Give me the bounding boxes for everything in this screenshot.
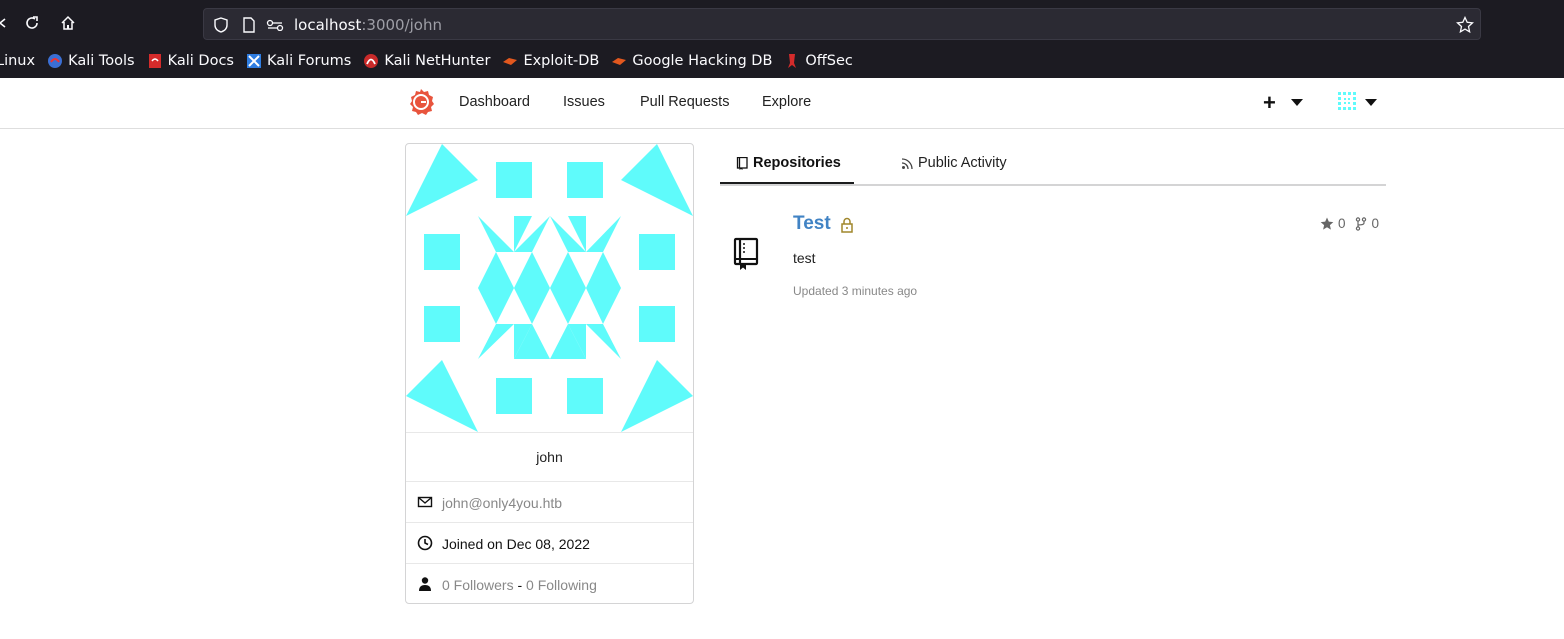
repo-updated-time: Updated 3 minutes ago [793, 284, 918, 298]
bookmark-offsec[interactable]: OffSec [784, 53, 853, 69]
following-link[interactable]: 0 Following [526, 577, 597, 593]
bookmark-label: Google Hacking DB [632, 53, 773, 69]
followers-link[interactable]: 0 Followers [442, 577, 514, 593]
star-icon[interactable] [1320, 217, 1334, 231]
nav-explore[interactable]: Explore [762, 94, 811, 110]
profile-card: john john@only4you.htb Joined on Dec 08,… [405, 143, 694, 604]
bookmark-label: Linux [0, 53, 36, 69]
tab-public-activity[interactable]: Public Activity [901, 155, 1007, 171]
nav-pull-requests[interactable]: Pull Requests [640, 94, 729, 110]
bookmark-label: Kali Forums [266, 53, 352, 69]
kali-tools-icon [47, 53, 63, 69]
repo-description: test [793, 250, 816, 266]
tab-repositories[interactable]: Repositories [736, 155, 841, 171]
permissions-icon[interactable] [266, 16, 284, 34]
mail-icon [417, 494, 433, 510]
bookmark-kali-forums[interactable]: Kali Forums [246, 53, 351, 69]
exploit-db-icon [502, 53, 518, 69]
app-header: Dashboard Issues Pull Requests Explore + [0, 78, 1564, 129]
rss-icon [901, 157, 914, 170]
bookmark-label: OffSec [805, 53, 853, 69]
active-tab-indicator [720, 182, 854, 184]
profile-username: john [406, 432, 693, 481]
bookmark-label: Exploit-DB [523, 53, 600, 69]
kali-nethunter-icon [363, 53, 379, 69]
bookmark-label: Kali NetHunter [384, 53, 491, 69]
browser-chrome: localhost:3000/john Linux Kali Tools Kal… [0, 0, 1564, 78]
bookmarks-toolbar: Linux Kali Tools Kali Docs Kali Forums K… [0, 46, 1564, 76]
url-bar[interactable]: localhost:3000/john [203, 8, 1481, 40]
repo-name-link[interactable]: Test [793, 213, 831, 235]
user-menu-caret-icon[interactable] [1365, 99, 1377, 106]
url-host: localhost [294, 16, 362, 34]
user-avatar[interactable] [1336, 90, 1361, 115]
bookmark-kali-nethunter[interactable]: Kali NetHunter [363, 53, 490, 69]
kali-docs-icon [147, 53, 163, 69]
profile-tabs: Repositories Public Activity [720, 143, 1386, 186]
follow-separator: - [517, 577, 523, 593]
shield-icon[interactable] [212, 16, 230, 34]
nav-dashboard[interactable]: Dashboard [459, 94, 530, 110]
profile-email[interactable]: john@only4you.htb [442, 495, 562, 511]
lock-icon [840, 217, 854, 233]
bookmark-google-hacking-db[interactable]: Google Hacking DB [611, 53, 772, 69]
reload-icon[interactable] [21, 12, 43, 34]
nav-issues[interactable]: Issues [563, 94, 605, 110]
repo-book-icon [736, 156, 749, 170]
repo-icon [731, 236, 761, 272]
user-icon [417, 576, 433, 592]
profile-follow-row: 0 Followers - 0 Following [406, 563, 693, 603]
profile-follow-counts: 0 Followers - 0 Following [442, 577, 597, 593]
page-icon [240, 16, 258, 34]
bookmark-star-icon[interactable] [1456, 16, 1474, 34]
profile-joined-row: Joined on Dec 08, 2022 [406, 522, 693, 563]
create-caret-icon[interactable] [1291, 99, 1303, 106]
bookmark-kali-linux[interactable]: Linux [0, 53, 35, 69]
home-icon[interactable] [57, 12, 79, 34]
profile-email-row: john@only4you.htb [406, 481, 693, 522]
kali-forums-icon [246, 53, 262, 69]
bookmark-label: Kali Docs [167, 53, 234, 69]
offsec-icon [784, 53, 800, 69]
fork-icon[interactable] [1354, 216, 1368, 231]
gitea-logo-icon[interactable] [407, 88, 435, 116]
back-icon[interactable] [0, 12, 14, 34]
profile-joined-date: Joined on Dec 08, 2022 [442, 536, 590, 552]
url-text[interactable]: localhost:3000/john [294, 16, 442, 34]
clock-icon [417, 535, 433, 551]
tab-public-activity-label: Public Activity [918, 155, 1007, 171]
bookmark-exploit-db[interactable]: Exploit-DB [502, 53, 599, 69]
google-hacking-db-icon [611, 53, 627, 69]
tab-repositories-label: Repositories [753, 155, 841, 171]
repo-fork-count[interactable]: 0 [1372, 216, 1380, 231]
repo-star-count[interactable]: 0 [1338, 216, 1346, 231]
url-path: :3000/john [361, 16, 442, 34]
bookmark-kali-tools[interactable]: Kali Tools [47, 53, 135, 69]
browser-nav-row: localhost:3000/john [0, 0, 1564, 46]
bookmark-kali-docs[interactable]: Kali Docs [147, 53, 234, 69]
create-new-button[interactable]: + [1263, 90, 1276, 116]
repo-stats: 0 0 [1320, 216, 1387, 231]
bookmark-label: Kali Tools [68, 53, 135, 69]
profile-avatar [406, 144, 693, 432]
